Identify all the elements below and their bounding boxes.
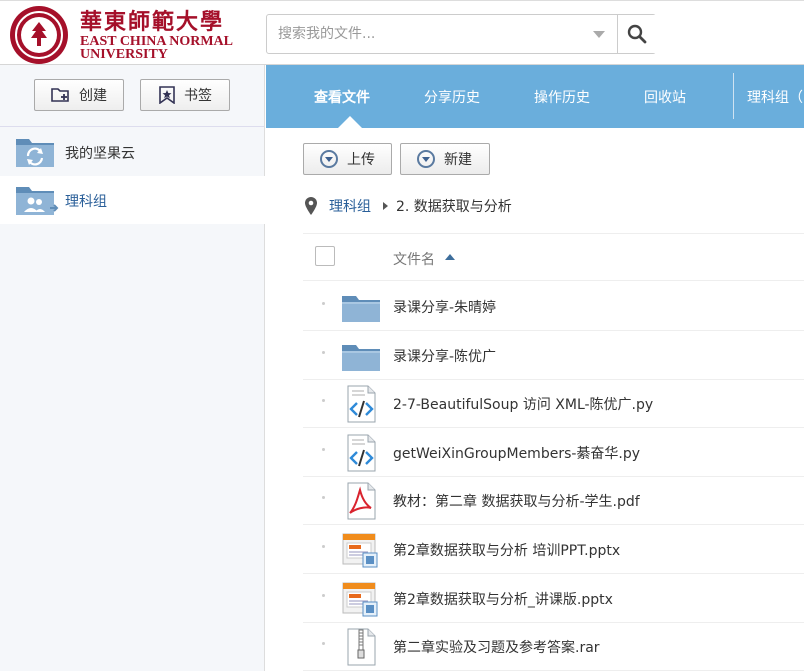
file-list-header: 文件名	[303, 233, 804, 281]
pptx-file-icon	[341, 580, 381, 618]
file-row[interactable]: getWeiXinGroupMembers-綦奋华.py	[303, 428, 804, 477]
new-button-label: 新建	[444, 152, 472, 168]
sidebar: 创建 书签 我的坚果云 理科组	[0, 65, 265, 671]
row-select-dot[interactable]	[322, 545, 325, 548]
new-button[interactable]: 新建	[400, 143, 490, 175]
dropdown-circle-icon	[320, 150, 338, 168]
file-name-link[interactable]: 教材：第二章 数据获取与分析-学生.pdf	[393, 491, 640, 511]
group-selector[interactable]: 理科组（	[747, 87, 803, 107]
file-name-link[interactable]: 2-7-BeautifulSoup 访问 XML-陈优广.py	[393, 394, 653, 414]
row-select-dot[interactable]	[322, 399, 325, 402]
select-all-checkbox[interactable]	[315, 246, 335, 266]
code-file-icon	[341, 385, 381, 423]
pptx-file-icon	[341, 531, 381, 569]
row-select-dot[interactable]	[322, 642, 325, 645]
code-file-icon	[341, 434, 381, 472]
tab-view-files[interactable]: 查看文件	[314, 87, 370, 107]
sync-folder-icon	[16, 139, 54, 167]
add-folder-icon	[51, 88, 69, 102]
logo-english-line2: UNIVERSITY	[80, 47, 168, 62]
upload-button[interactable]: 上传	[303, 143, 392, 175]
folder-icon	[341, 288, 381, 326]
sidebar-item-label: 理科组	[65, 194, 107, 210]
bookmark-icon	[159, 86, 175, 104]
file-row[interactable]: 第2章数据获取与分析 培训PPT.pptx	[303, 525, 804, 574]
file-row[interactable]: 录课分享-陈优广	[303, 331, 804, 380]
row-select-dot[interactable]	[322, 496, 325, 499]
upload-button-label: 上传	[347, 152, 375, 168]
folder-icon	[341, 337, 381, 375]
file-name-link[interactable]: 第二章实验及习题及参考答案.rar	[393, 637, 600, 657]
search-input[interactable]	[267, 15, 617, 53]
tab-operation-history[interactable]: 操作历史	[534, 87, 590, 107]
location-pin-icon	[305, 197, 317, 215]
column-header-filename[interactable]: 文件名	[393, 249, 435, 269]
breadcrumb-current: 2. 数据获取与分析	[396, 199, 512, 215]
file-name-link[interactable]: getWeiXinGroupMembers-綦奋华.py	[393, 443, 640, 463]
bookmark-button[interactable]: 书签	[140, 79, 230, 111]
create-button[interactable]: 创建	[34, 79, 124, 111]
search-dropdown-icon[interactable]	[593, 31, 605, 38]
row-select-dot[interactable]	[322, 302, 325, 305]
logo-chinese-name: 華東師範大學	[80, 9, 225, 35]
sidebar-item-my-nutstore[interactable]: 我的坚果云	[0, 128, 265, 176]
archive-file-icon	[341, 628, 381, 666]
search-box	[266, 14, 656, 54]
row-select-dot[interactable]	[322, 448, 325, 451]
sidebar-item-science-group[interactable]: 理科组	[0, 176, 265, 224]
tab-recycle-bin[interactable]: 回收站	[644, 87, 686, 107]
file-row[interactable]: 第二章实验及习题及参考答案.rar	[303, 622, 804, 671]
file-name-link[interactable]: 录课分享-朱晴婷	[393, 297, 496, 317]
file-row[interactable]: 教材：第二章 数据获取与分析-学生.pdf	[303, 476, 804, 525]
university-seal-icon	[10, 6, 68, 64]
sort-ascending-icon[interactable]	[445, 254, 455, 260]
dropdown-circle-icon	[417, 150, 435, 168]
breadcrumb: 理科组 2. 数据获取与分析	[305, 195, 512, 217]
file-name-link[interactable]: 录课分享-陈优广	[393, 346, 496, 366]
breadcrumb-root-link[interactable]: 理科组	[329, 196, 371, 216]
shared-group-folder-icon	[16, 187, 59, 215]
university-logo[interactable]: 華東師範大學 EAST CHINA NORMAL UNIVERSITY	[10, 6, 233, 64]
breadcrumb-separator-icon	[383, 202, 388, 210]
row-select-dot[interactable]	[322, 351, 325, 354]
file-name-link[interactable]: 第2章数据获取与分析_讲课版.pptx	[393, 589, 613, 609]
bookmark-button-label: 书签	[184, 88, 212, 104]
search-button[interactable]	[617, 15, 656, 53]
tab-share-history[interactable]: 分享历史	[424, 87, 480, 107]
top-header: 華東師範大學 EAST CHINA NORMAL UNIVERSITY	[0, 0, 804, 65]
row-select-dot[interactable]	[322, 594, 325, 597]
file-row[interactable]: 第2章数据获取与分析_讲课版.pptx	[303, 574, 804, 623]
sidebar-item-label: 我的坚果云	[65, 146, 135, 162]
file-row[interactable]: 录课分享-朱晴婷	[303, 282, 804, 331]
main-nav: 查看文件 分享历史 操作历史 回收站 理科组（	[266, 65, 804, 128]
create-button-label: 创建	[79, 88, 107, 104]
file-row[interactable]: 2-7-BeautifulSoup 访问 XML-陈优广.py	[303, 379, 804, 428]
search-icon	[627, 24, 647, 44]
pdf-file-icon	[341, 482, 381, 520]
active-tab-pointer	[338, 116, 362, 128]
nav-divider	[733, 73, 734, 119]
file-name-link[interactable]: 第2章数据获取与分析 培训PPT.pptx	[393, 540, 620, 560]
